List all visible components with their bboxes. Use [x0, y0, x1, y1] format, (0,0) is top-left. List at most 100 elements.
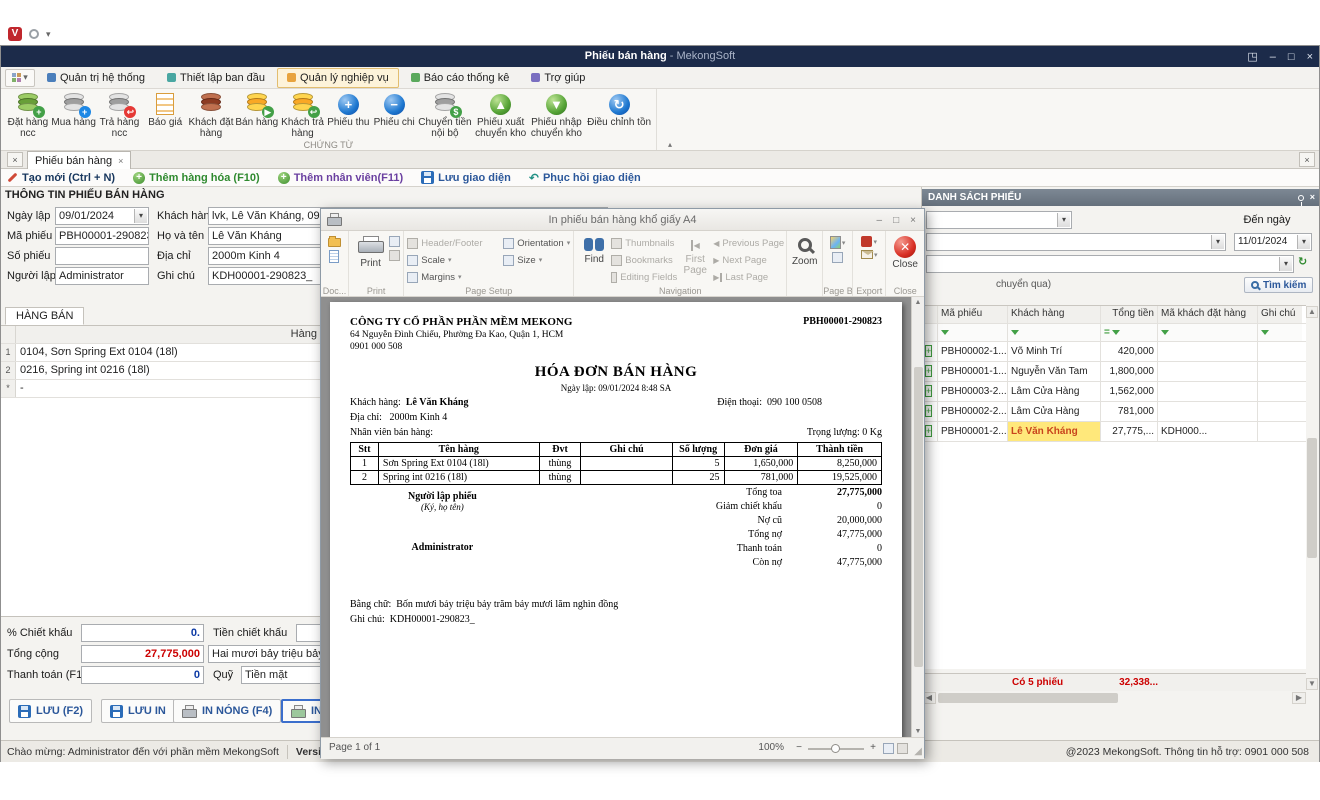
scroll-up-icon[interactable]: ▲ [915, 299, 922, 306]
resize-grip-icon[interactable]: ◢ [914, 746, 922, 757]
last-page-button[interactable]: ▶ Last Page [713, 270, 783, 284]
luu-in-button[interactable]: LƯU IN [101, 699, 175, 723]
cell-khach-hang-selected[interactable]: Lê Văn Kháng [1008, 422, 1101, 441]
window-expand-button[interactable]: ◳ [1247, 50, 1257, 63]
ribbon-button-dat-hang-ncc[interactable]: + Đặt hàng ncc [5, 91, 51, 139]
page-fit-icon[interactable] [883, 743, 894, 754]
header-footer-button[interactable]: Header/Footer [407, 236, 503, 250]
cell-tong-tien[interactable]: 1,800,000 [1101, 362, 1158, 381]
window-minimize-button[interactable]: – [1270, 51, 1276, 63]
app-logo-icon[interactable]: V [8, 27, 22, 41]
dropdown-icon[interactable]: ▾ [134, 209, 147, 223]
refresh-icon[interactable]: ↻ [1298, 253, 1307, 271]
thumbnails-button[interactable]: Thumbnails [611, 236, 677, 250]
save-document-icon[interactable] [329, 250, 339, 263]
menu-tab-quan-ly-nghiep-vu[interactable]: Quản lý nghiệp vụ [277, 68, 399, 88]
ribbon-button-tra-hang-ncc[interactable]: ↩ Trả hàng ncc [97, 91, 143, 139]
print-options-icon[interactable] [389, 250, 400, 261]
dropdown-icon[interactable]: ▾ [1279, 257, 1292, 271]
menu-tab-thiet-lap-ban-dau[interactable]: Thiết lập ban đầu [157, 68, 275, 88]
phieu-row[interactable]: + PBH00002-2... Lâm Cửa Hàng 781,000 [922, 402, 1306, 422]
luu-button[interactable]: LƯU (F2) [9, 699, 92, 723]
scroll-thumb[interactable] [914, 367, 923, 667]
previous-page-button[interactable]: ◀ Previous Page [713, 236, 783, 250]
open-document-icon[interactable] [328, 238, 341, 247]
panel-header[interactable]: DANH SÁCH PHIẾU × [922, 189, 1319, 206]
dropdown-icon[interactable]: ▾ [1211, 235, 1224, 249]
action-them-nhan-vien[interactable]: + Thêm nhân viên(F11) [278, 172, 403, 184]
phieu-row[interactable]: + PBH00003-2... Lâm Cửa Hàng 1,562,000 [922, 382, 1306, 402]
column-header-ma-phieu[interactable]: Mã phiếu [938, 306, 1008, 323]
cell-ghi-chu[interactable] [1258, 402, 1302, 421]
cell-ma-kdh[interactable] [1158, 402, 1258, 421]
scale-button[interactable]: Scale ▾ [407, 253, 503, 267]
record-icon[interactable] [29, 29, 39, 39]
cell-ma-kdh[interactable] [1158, 342, 1258, 361]
close-preview-button[interactable]: ✕ Close [889, 234, 921, 272]
cell-ma-phieu[interactable]: PBH00001-1... [938, 362, 1008, 381]
filter-combo-1[interactable]: ▾ [926, 233, 1226, 251]
menu-tab-quan-tri-he-thong[interactable]: Quản trị hệ thống [37, 68, 155, 88]
so-phieu-input[interactable] [55, 247, 149, 265]
nguoi-lap-input[interactable]: Administrator [55, 267, 149, 285]
cell-ma-phieu[interactable]: PBH00003-2... [938, 382, 1008, 401]
size-button[interactable]: Size ▾ [503, 253, 570, 267]
cell-ghi-chu[interactable] [1258, 382, 1302, 401]
next-page-button[interactable]: ▶ Next Page [713, 253, 783, 267]
dialog-close-button[interactable]: × [910, 215, 916, 226]
print-button[interactable]: Print [352, 234, 389, 271]
zoom-in-icon[interactable]: + [870, 742, 876, 753]
filter-cell[interactable]: = [1101, 324, 1158, 341]
ribbon-button-chuyen-tien-noi-bo[interactable]: $ Chuyển tiền nội bộ [417, 91, 473, 139]
cell-tong-tien[interactable]: 420,000 [1101, 342, 1158, 361]
orientation-button[interactable]: Orientation ▾ [503, 236, 570, 250]
cell-tong-tien[interactable]: 1,562,000 [1101, 382, 1158, 401]
cell-ghi-chu[interactable] [1258, 342, 1302, 361]
filter-cell[interactable] [938, 324, 1008, 341]
margins-button[interactable]: Margins ▾ [407, 270, 503, 284]
scroll-thumb[interactable] [938, 693, 1118, 703]
qat-caret-icon[interactable]: ▾ [46, 29, 51, 40]
bookmarks-button[interactable]: Bookmarks [611, 253, 677, 267]
cell-ma-phieu[interactable]: PBH00002-2... [938, 402, 1008, 421]
window-maximize-button[interactable]: □ [1288, 51, 1295, 63]
ribbon-button-phieu-chi[interactable]: − Phiếu chi [371, 91, 417, 128]
action-them-hang-hoa[interactable]: + Thêm hàng hóa (F10) [133, 172, 260, 184]
tab-close-icon[interactable]: × [118, 156, 123, 166]
zoom-out-icon[interactable]: − [796, 742, 802, 753]
phieu-row-selected[interactable]: + PBH00001-2... Lê Văn Kháng 27,775,... … [922, 422, 1306, 442]
chiet-khau-input[interactable]: 0. [81, 624, 204, 642]
quick-launcher-button[interactable]: ▾ [5, 69, 35, 87]
filter-cell[interactable] [1258, 324, 1302, 341]
action-tao-moi[interactable]: Tạo mới (Ctrl + N) [7, 172, 115, 184]
ribbon-button-bao-gia[interactable]: Báo giá [142, 91, 188, 128]
export-pdf-icon[interactable] [861, 236, 872, 247]
phieu-row[interactable]: + PBH00001-1... Nguyễn Văn Tam 1,800,000 [922, 362, 1306, 382]
filter-cell[interactable] [1008, 324, 1101, 341]
ribbon-button-mua-hang[interactable]: + Mua hàng [51, 91, 97, 128]
den-ngay-combo[interactable]: 11/01/2024 ▾ [1234, 233, 1312, 251]
quick-print-icon[interactable] [389, 236, 400, 247]
cell-ghi-chu[interactable] [1258, 362, 1302, 381]
scroll-down-icon[interactable]: ▼ [1306, 678, 1318, 690]
cell-ma-kdh[interactable] [1158, 362, 1258, 381]
send-email-icon[interactable] [861, 250, 873, 259]
cell-khach-hang[interactable]: Nguyễn Văn Tam [1008, 362, 1101, 381]
watermark-icon[interactable] [832, 252, 843, 263]
window-close-button[interactable]: × [1307, 51, 1313, 63]
zoom-button[interactable]: Zoom [790, 234, 819, 269]
ribbon-collapse-icon[interactable]: ▴ [668, 140, 672, 149]
editing-fields-button[interactable]: Editing Fields [611, 270, 677, 284]
scroll-right-icon[interactable]: ▶ [1292, 692, 1306, 704]
menu-tab-tro-giup[interactable]: Trợ giúp [521, 68, 595, 88]
dropdown-icon[interactable]: ▾ [1057, 213, 1070, 227]
ribbon-button-khach-tra-hang[interactable]: ↩ Khách trả hàng [280, 91, 326, 139]
ma-phieu-input[interactable]: PBH00001-290823 [55, 227, 149, 245]
first-page-button[interactable]: ◀ First Page [677, 234, 713, 278]
thanh-toan-input[interactable]: 0 [81, 666, 204, 684]
cell-khach-hang[interactable]: Lâm Cửa Hàng [1008, 402, 1101, 421]
pin-icon[interactable] [1298, 195, 1304, 201]
horizontal-scrollbar[interactable]: ◀ ▶ [922, 691, 1306, 705]
preview-vertical-scrollbar[interactable]: ▲ ▼ [911, 297, 924, 737]
close-tab-left-button[interactable]: × [7, 152, 23, 167]
